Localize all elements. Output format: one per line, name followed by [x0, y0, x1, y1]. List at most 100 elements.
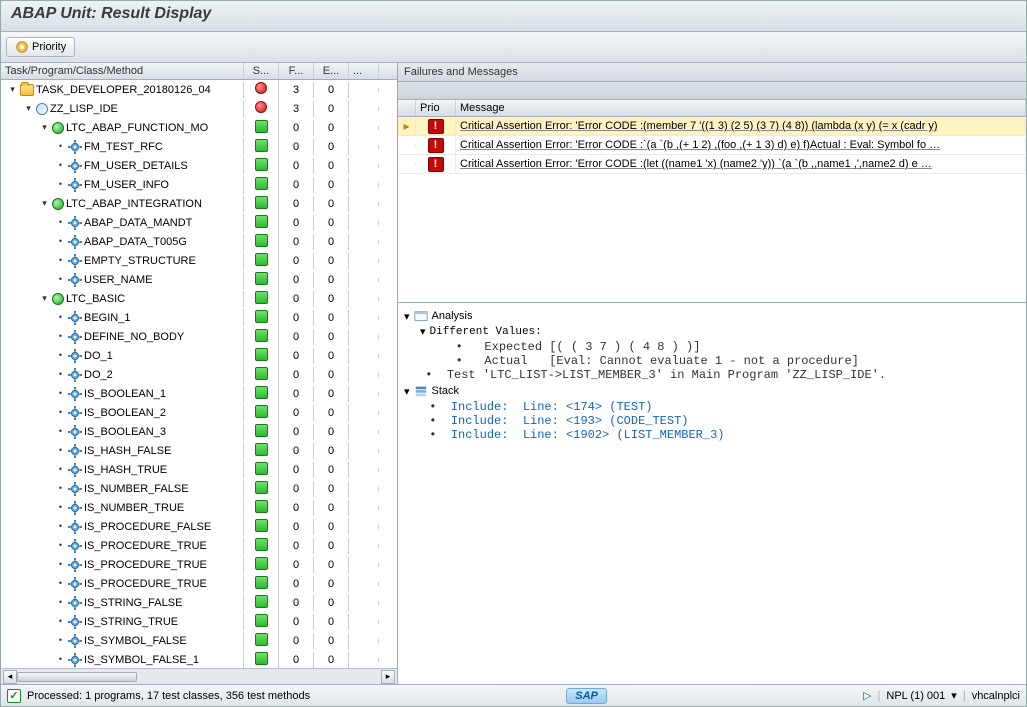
- stack-line[interactable]: • Include: Line: <174> (TEST): [422, 400, 1020, 414]
- tree-header-more[interactable]: ...: [349, 63, 379, 79]
- twisty-icon[interactable]: •: [55, 445, 66, 456]
- scroll-left-button[interactable]: ◂: [3, 670, 17, 684]
- scroll-thumb[interactable]: [17, 672, 137, 682]
- twisty-icon[interactable]: •: [55, 654, 66, 665]
- twisty-icon[interactable]: •: [55, 464, 66, 475]
- stack-line[interactable]: • Include: Line: <193> (CODE_TEST): [422, 414, 1020, 428]
- twisty-icon[interactable]: •: [55, 274, 66, 285]
- analysis-header[interactable]: ▾ Analysis: [404, 309, 1020, 323]
- twisty-icon[interactable]: ▾: [404, 385, 410, 398]
- twisty-icon[interactable]: ▾: [39, 198, 50, 209]
- tree-header-err[interactable]: E...: [314, 63, 349, 79]
- row-selector-icon[interactable]: [398, 163, 416, 165]
- tree-row[interactable]: ▾ TASK_DEVELOPER_20180126_04 3 0: [1, 80, 397, 99]
- status-system[interactable]: NPL (1) 001: [886, 690, 945, 702]
- twisty-icon[interactable]: •: [55, 521, 66, 532]
- dropdown-icon[interactable]: ▾: [951, 689, 957, 702]
- twisty-icon[interactable]: •: [55, 217, 66, 228]
- twisty-icon[interactable]: •: [55, 350, 66, 361]
- twisty-icon[interactable]: •: [55, 540, 66, 551]
- tree-row[interactable]: • IS_HASH_TRUE 0 0: [1, 460, 397, 479]
- tree-hscrollbar[interactable]: ◂ ▸: [1, 668, 397, 684]
- tree-row[interactable]: • IS_STRING_FALSE 0 0: [1, 593, 397, 612]
- message-row[interactable]: ▸ ! Critical Assertion Error: 'Error COD…: [398, 117, 1026, 136]
- tree-row[interactable]: • FM_TEST_RFC 0 0: [1, 137, 397, 156]
- stack-line[interactable]: • Include: Line: <1902> (LIST_MEMBER_3): [422, 428, 1020, 442]
- tree-row[interactable]: • IS_HASH_FALSE 0 0: [1, 441, 397, 460]
- status-ok-icon: [255, 234, 268, 247]
- twisty-icon[interactable]: •: [55, 502, 66, 513]
- tree-row[interactable]: • DO_1 0 0: [1, 346, 397, 365]
- message-text[interactable]: Critical Assertion Error: 'Error CODE :(…: [456, 119, 1026, 133]
- twisty-icon[interactable]: •: [55, 616, 66, 627]
- twisty-icon[interactable]: •: [55, 426, 66, 437]
- message-text[interactable]: Critical Assertion Error: 'Error CODE :`…: [456, 138, 1026, 152]
- scroll-right-button[interactable]: ▸: [381, 670, 395, 684]
- messages-body[interactable]: ▸ ! Critical Assertion Error: 'Error COD…: [398, 117, 1026, 302]
- tree-row[interactable]: • FM_USER_DETAILS 0 0: [1, 156, 397, 175]
- twisty-icon[interactable]: •: [55, 578, 66, 589]
- twisty-icon[interactable]: •: [55, 407, 66, 418]
- messages-header-msg[interactable]: Message: [456, 100, 1026, 116]
- tree-row[interactable]: • EMPTY_STRUCTURE 0 0: [1, 251, 397, 270]
- message-row[interactable]: ! Critical Assertion Error: 'Error CODE …: [398, 136, 1026, 155]
- tree-row[interactable]: • IS_PROCEDURE_TRUE 0 0: [1, 555, 397, 574]
- run-icon[interactable]: ▷: [863, 689, 871, 702]
- stack-header[interactable]: ▾ Stack: [404, 384, 1020, 398]
- tree-row[interactable]: • IS_NUMBER_FALSE 0 0: [1, 479, 397, 498]
- twisty-icon[interactable]: •: [55, 635, 66, 646]
- tree-row[interactable]: • DEFINE_NO_BODY 0 0: [1, 327, 397, 346]
- twisty-icon[interactable]: •: [55, 236, 66, 247]
- tree-row[interactable]: • IS_BOOLEAN_2 0 0: [1, 403, 397, 422]
- tree-row[interactable]: • IS_BOOLEAN_1 0 0: [1, 384, 397, 403]
- twisty-icon[interactable]: ▾: [404, 310, 410, 323]
- tree-row[interactable]: • DO_2 0 0: [1, 365, 397, 384]
- twisty-icon[interactable]: ▾: [420, 325, 426, 338]
- tree-row[interactable]: ▾ LTC_BASIC 0 0: [1, 289, 397, 308]
- tree-row[interactable]: • IS_PROCEDURE_TRUE 0 0: [1, 536, 397, 555]
- tree-row[interactable]: • FM_USER_INFO 0 0: [1, 175, 397, 194]
- tree-header-task[interactable]: Task/Program/Class/Method: [1, 63, 244, 79]
- tree-row[interactable]: • ABAP_DATA_MANDT 0 0: [1, 213, 397, 232]
- twisty-icon[interactable]: ▾: [23, 103, 34, 114]
- tree-row[interactable]: • IS_SYMBOL_FALSE_1 0 0: [1, 650, 397, 668]
- tree-row[interactable]: • IS_PROCEDURE_FALSE 0 0: [1, 517, 397, 536]
- twisty-icon[interactable]: •: [55, 597, 66, 608]
- twisty-icon[interactable]: •: [55, 369, 66, 380]
- tree-row[interactable]: • ABAP_DATA_T005G 0 0: [1, 232, 397, 251]
- diff-values-header[interactable]: ▾ Different Values:: [420, 325, 1020, 338]
- priority-button[interactable]: Priority: [6, 37, 75, 57]
- twisty-icon[interactable]: •: [55, 255, 66, 266]
- twisty-icon[interactable]: ▾: [39, 293, 50, 304]
- tree-row[interactable]: ▾ ZZ_LISP_IDE 3 0: [1, 99, 397, 118]
- twisty-icon[interactable]: •: [55, 160, 66, 171]
- tree-row[interactable]: • BEGIN_1 0 0: [1, 308, 397, 327]
- messages-header-prio[interactable]: Prio: [416, 100, 456, 116]
- twisty-icon[interactable]: •: [55, 179, 66, 190]
- twisty-icon[interactable]: ▾: [7, 84, 18, 95]
- twisty-icon[interactable]: •: [55, 141, 66, 152]
- tree-header-fail[interactable]: F...: [279, 63, 314, 79]
- tree-row[interactable]: • IS_STRING_TRUE 0 0: [1, 612, 397, 631]
- message-text[interactable]: Critical Assertion Error: 'Error CODE :(…: [456, 157, 1026, 171]
- tree-row[interactable]: • USER_NAME 0 0: [1, 270, 397, 289]
- row-selector-icon[interactable]: [398, 144, 416, 146]
- tree-row[interactable]: ▾ LTC_ABAP_FUNCTION_MO 0 0: [1, 118, 397, 137]
- tree-row[interactable]: ▾ LTC_ABAP_INTEGRATION 0 0: [1, 194, 397, 213]
- tree-row[interactable]: • IS_SYMBOL_FALSE 0 0: [1, 631, 397, 650]
- tree-row[interactable]: • IS_PROCEDURE_TRUE 0 0: [1, 574, 397, 593]
- twisty-icon[interactable]: •: [55, 312, 66, 323]
- tree-header-status[interactable]: S...: [244, 63, 279, 79]
- twisty-icon[interactable]: •: [55, 559, 66, 570]
- twisty-icon[interactable]: ▾: [39, 122, 50, 133]
- tree-row[interactable]: • IS_NUMBER_TRUE 0 0: [1, 498, 397, 517]
- twisty-icon[interactable]: •: [55, 483, 66, 494]
- tree-row[interactable]: • IS_BOOLEAN_3 0 0: [1, 422, 397, 441]
- status-host[interactable]: vhcalnplci: [972, 690, 1020, 702]
- twisty-icon[interactable]: •: [55, 331, 66, 342]
- analysis-panel[interactable]: ▾ Analysis ▾ Different Values: • Expecte…: [398, 303, 1026, 684]
- tree-scroll[interactable]: ▾ TASK_DEVELOPER_20180126_04 3 0 ▾ ZZ_LI…: [1, 80, 397, 668]
- row-selector-icon[interactable]: ▸: [398, 118, 416, 134]
- twisty-icon[interactable]: •: [55, 388, 66, 399]
- message-row[interactable]: ! Critical Assertion Error: 'Error CODE …: [398, 155, 1026, 174]
